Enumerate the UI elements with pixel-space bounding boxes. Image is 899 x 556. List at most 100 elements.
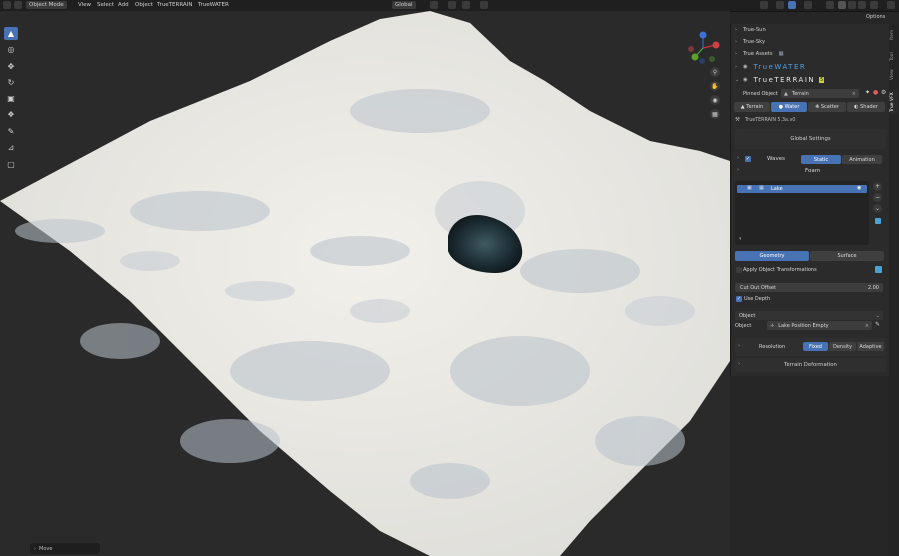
- snap-target-icon[interactable]: [462, 1, 470, 9]
- menu-view[interactable]: View: [78, 2, 91, 8]
- sidebar-tabs: Item Tool View True VFX: [889, 24, 899, 556]
- scatter-icon: ❋: [815, 104, 820, 110]
- menu-object[interactable]: Object: [135, 2, 153, 8]
- apply-transform-checkbox[interactable]: [736, 267, 742, 273]
- eyedropper-icon[interactable]: ✎: [875, 321, 880, 328]
- shading-solid-icon[interactable]: [838, 1, 846, 9]
- tab-surface[interactable]: Surface: [810, 251, 884, 261]
- navigation-gizmo[interactable]: [686, 31, 720, 65]
- cursor-3d-icon[interactable]: ◎: [4, 43, 18, 56]
- chevron-right-icon[interactable]: ›: [737, 167, 739, 173]
- 3d-viewport[interactable]: ▲ ◎ ✥ ↻ ▣ ❖ ✎ ⊿ ▢ ⚲ ✋ ◉ ▦ › Move: [0, 11, 730, 556]
- gizmo-toggle-icon[interactable]: [776, 1, 784, 9]
- shading-options-icon[interactable]: [870, 1, 878, 9]
- waves-static-button[interactable]: Static: [801, 155, 841, 164]
- options-dropdown[interactable]: Options: [866, 14, 885, 20]
- panel-truewater[interactable]: › ◉ TrueWATER: [731, 61, 890, 73]
- orientation-select[interactable]: Global: [392, 1, 416, 9]
- pinned-object-field[interactable]: ▲ Terrain ×: [781, 89, 859, 98]
- gizmo-icon[interactable]: [788, 1, 796, 9]
- panel-true-sky[interactable]: › True-Sky: [731, 36, 890, 48]
- resolution-density-button[interactable]: Density: [829, 342, 856, 351]
- close-icon[interactable]: ×: [852, 91, 856, 97]
- add-icon[interactable]: +: [873, 182, 882, 191]
- pan-hand-icon[interactable]: ✋: [710, 81, 720, 91]
- grid-icon[interactable]: ▦: [710, 109, 720, 119]
- chevron-right-icon[interactable]: ›: [738, 343, 740, 349]
- measure-icon[interactable]: ⊿: [4, 141, 18, 154]
- snap-icon[interactable]: [448, 1, 456, 9]
- editor-type-icon[interactable]: [3, 1, 11, 9]
- panel-trueterrain[interactable]: ⌄ ◉ TrueTERRAIN 5: [731, 74, 890, 86]
- tab-terrain[interactable]: ▲ Terrain: [734, 102, 770, 112]
- visibility-icon[interactable]: [760, 1, 768, 9]
- tab-geometry[interactable]: Geometry: [735, 251, 809, 261]
- shading-material-icon[interactable]: [848, 1, 856, 9]
- list-item[interactable]: ▣ ▦ Lake ◉: [737, 185, 867, 193]
- use-depth-checkbox[interactable]: ✓: [736, 296, 742, 302]
- panel-true-sun[interactable]: › True-Sun: [731, 24, 890, 36]
- proportional-edit-icon[interactable]: [480, 1, 488, 9]
- move-icon[interactable]: ✥: [4, 60, 18, 73]
- object-type-select[interactable]: Object ⌄: [735, 311, 883, 320]
- cut-out-value: 2.00: [867, 284, 879, 291]
- waves-checkbox[interactable]: ✓: [745, 156, 751, 162]
- panel-true-assets[interactable]: › True Assets ▦: [731, 48, 890, 60]
- chevron-right-icon[interactable]: ›: [737, 155, 739, 161]
- pivot-icon[interactable]: [430, 1, 438, 9]
- menu-truewater[interactable]: TrueWATER: [198, 2, 229, 8]
- cut-out-offset-field[interactable]: Cut Out Offset 2.00: [735, 283, 883, 292]
- use-depth-label: Use Depth: [744, 296, 771, 302]
- color-swatch-icon[interactable]: [875, 218, 881, 224]
- settings-icon[interactable]: ⚙: [881, 89, 886, 96]
- tab-view[interactable]: View: [890, 68, 898, 82]
- zoom-icon[interactable]: ⚲: [710, 67, 720, 77]
- pinned-object-label: Pinned Object: [743, 91, 778, 97]
- chevron-down-icon[interactable]: ⌄: [873, 204, 882, 213]
- tab-scatter[interactable]: ❋ Scatter: [808, 102, 846, 112]
- visibility-icon[interactable]: ◉: [857, 185, 861, 191]
- close-icon[interactable]: ×: [865, 323, 869, 329]
- chevron-down-icon[interactable]: [14, 1, 22, 9]
- pin-icon[interactable]: ✦: [865, 89, 870, 96]
- terrain-deformation-panel[interactable]: › Terrain Deformation: [735, 358, 886, 372]
- scale-icon[interactable]: ▣: [4, 92, 18, 105]
- object-label: Object: [735, 323, 752, 329]
- object-field[interactable]: ✛ Lake Position Empty ×: [767, 321, 872, 330]
- chevron-right-icon: ›: [735, 64, 737, 70]
- transform-icon[interactable]: ❖: [4, 108, 18, 121]
- camera-icon[interactable]: ◉: [710, 95, 720, 105]
- waves-animation-button[interactable]: Animation: [842, 155, 882, 164]
- resolution-adaptive-button[interactable]: Adaptive: [857, 342, 884, 351]
- tab-item[interactable]: Item: [890, 28, 898, 42]
- operator-panel[interactable]: › Move: [30, 543, 100, 554]
- menu-add[interactable]: Add: [118, 2, 129, 8]
- rotate-icon[interactable]: ↻: [4, 76, 18, 89]
- tab-shader[interactable]: ◐ Shader: [847, 102, 885, 112]
- object-value: Lake Position Empty: [778, 322, 829, 329]
- sidebar-toggle-icon[interactable]: [887, 1, 895, 9]
- mode-select[interactable]: Object Mode: [26, 1, 67, 9]
- overlay-icon[interactable]: [804, 1, 812, 9]
- remove-icon[interactable]: −: [873, 193, 882, 202]
- refresh-icon[interactable]: ●: [873, 89, 878, 96]
- menu-trueterrain[interactable]: TrueTERRAIN: [157, 2, 192, 8]
- menu-select[interactable]: Select: [97, 2, 114, 8]
- chevron-right-icon: ›: [735, 51, 737, 57]
- panel-label: True Assets: [743, 51, 773, 57]
- add-cube-icon[interactable]: ▢: [4, 158, 18, 171]
- tab-tool[interactable]: Tool: [890, 50, 898, 64]
- terrain-mesh: [0, 11, 730, 556]
- annotate-icon[interactable]: ✎: [4, 125, 18, 138]
- tab-true-vfx[interactable]: True VFX: [890, 90, 898, 114]
- shading-rendered-icon[interactable]: [858, 1, 866, 9]
- apply-icon[interactable]: [875, 266, 882, 273]
- xray-icon[interactable]: [826, 1, 834, 9]
- list-handle-icon[interactable]: ▾: [739, 236, 742, 242]
- terrain-tab-icon: ▲: [740, 104, 745, 110]
- resolution-fixed-button[interactable]: Fixed: [803, 342, 828, 351]
- water-list[interactable]: ▣ ▦ Lake ◉ ▾: [735, 181, 869, 245]
- foam-label[interactable]: Foam: [805, 168, 820, 174]
- select-cursor-icon[interactable]: ▲: [4, 27, 18, 40]
- tab-water[interactable]: ● Water: [771, 102, 807, 112]
